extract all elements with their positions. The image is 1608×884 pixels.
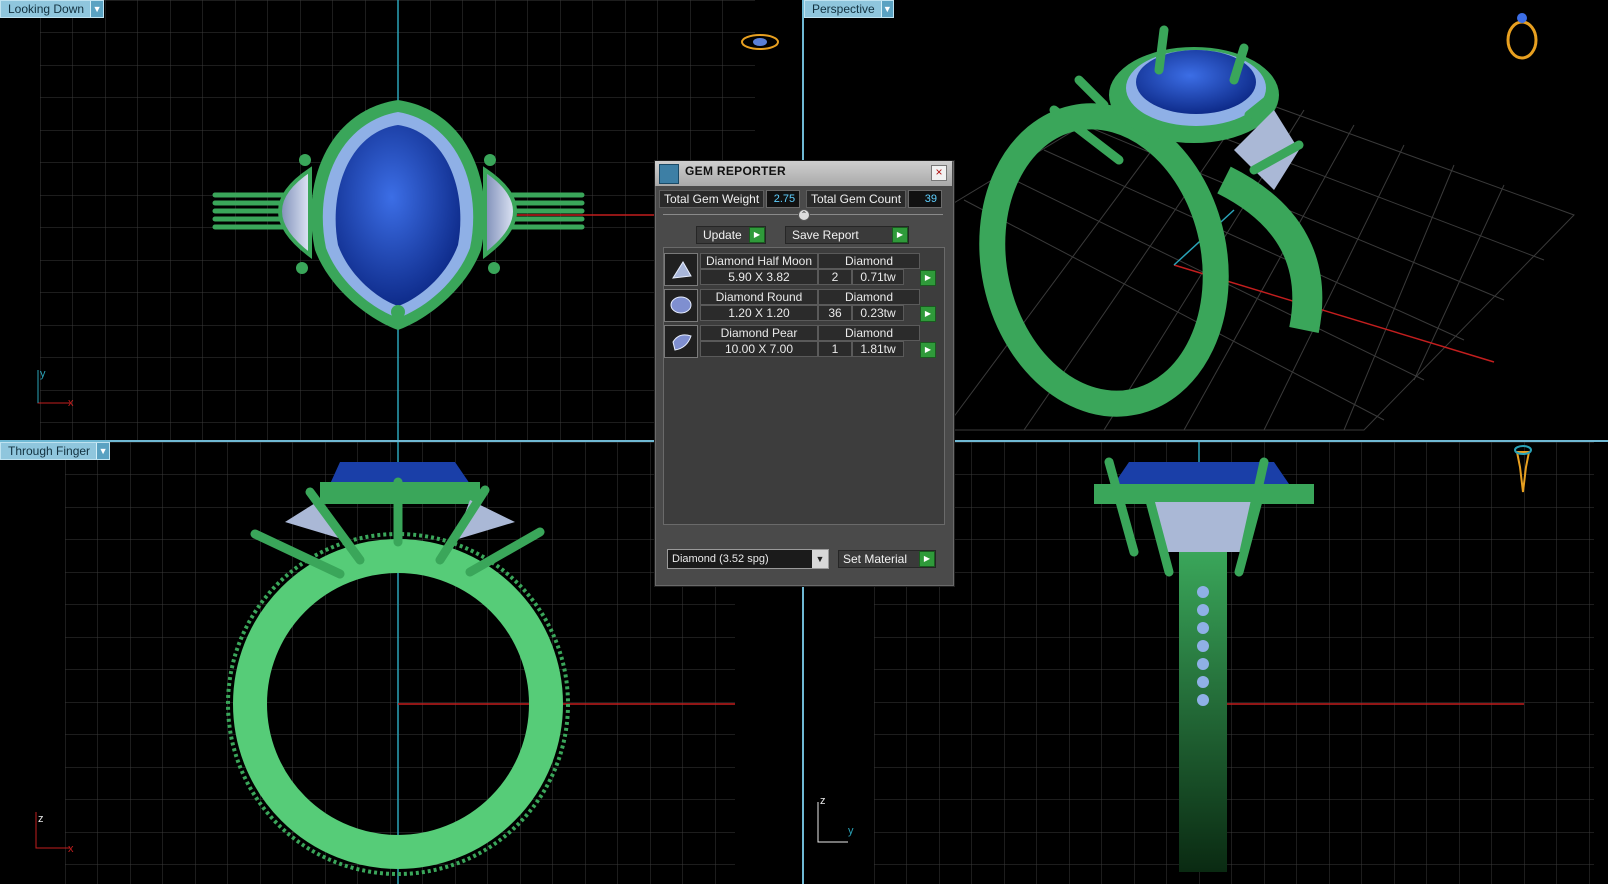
gem-reporter-titlebar[interactable]: GEM REPORTER × xyxy=(655,161,952,186)
total-gem-count-row: Total Gem Count 39 xyxy=(806,190,943,208)
gem-weight: 0.23tw xyxy=(852,305,904,321)
total-gem-count-label: Total Gem Count xyxy=(806,190,907,208)
set-material-button-label: Set Material xyxy=(843,552,908,566)
axis-label-y: y xyxy=(848,825,854,837)
gem-count: 36 xyxy=(818,305,852,321)
gem-row[interactable]: Diamond Pear Diamond 10.00 X 7.00 1 1.81… xyxy=(664,325,936,359)
play-arrow-icon[interactable]: ▶ xyxy=(919,551,935,567)
gem-reporter-icon xyxy=(659,164,679,184)
play-arrow-icon[interactable]: ▶ xyxy=(892,227,908,243)
axis-label-x: x xyxy=(68,843,74,855)
chevron-down-icon[interactable]: ▼ xyxy=(90,1,103,17)
gem-material: Diamond xyxy=(818,253,920,269)
gem-weight: 0.71tw xyxy=(852,269,904,285)
play-arrow-icon[interactable]: ▶ xyxy=(749,227,765,243)
chevron-down-icon[interactable]: ▼ xyxy=(880,1,893,17)
play-arrow-icon[interactable]: ▶ xyxy=(920,270,936,286)
gem-reporter-title: GEM REPORTER xyxy=(685,164,786,178)
viewport-label-perspective[interactable]: Perspective ▼ xyxy=(804,0,894,18)
collapse-toggle-icon[interactable]: ⌃ xyxy=(798,209,810,221)
total-gem-count-value: 39 xyxy=(908,190,943,208)
gem-reporter-panel: GEM REPORTER × Total Gem Weight 2.75 Tot… xyxy=(654,160,955,587)
total-gem-weight-value: 2.75 xyxy=(766,190,801,208)
gem-count: 2 xyxy=(818,269,852,285)
axis-label-y: y xyxy=(40,368,46,380)
viewport-label-text: Perspective xyxy=(812,2,875,16)
save-report-button[interactable]: Save Report ▶ xyxy=(785,226,909,244)
total-gem-weight-label: Total Gem Weight xyxy=(659,190,765,208)
gem-row[interactable]: Diamond Round Diamond 1.20 X 1.20 36 0.2… xyxy=(664,289,936,323)
play-arrow-icon[interactable]: ▶ xyxy=(920,342,936,358)
save-report-button-label: Save Report xyxy=(792,228,859,242)
viewport-label-looking-down[interactable]: Looking Down ▼ xyxy=(0,0,104,18)
gem-size: 10.00 X 7.00 xyxy=(700,341,818,357)
gem-count: 1 xyxy=(818,341,852,357)
update-button[interactable]: Update ▶ xyxy=(696,226,766,244)
gem-material: Diamond xyxy=(818,325,920,341)
gem-name: Diamond Pear xyxy=(700,325,818,341)
viewport-label-text: Through Finger xyxy=(8,444,91,458)
close-icon[interactable]: × xyxy=(931,165,947,181)
material-select-value: Diamond (3.52 spg) xyxy=(672,553,769,565)
chevron-down-icon[interactable]: ▼ xyxy=(96,443,109,459)
play-arrow-icon[interactable]: ▶ xyxy=(920,306,936,322)
gem-material: Diamond xyxy=(818,289,920,305)
half-moon-gem-icon xyxy=(664,253,698,286)
viewport-label-through-finger[interactable]: Through Finger ▼ xyxy=(0,442,110,460)
gem-name: Diamond Half Moon xyxy=(700,253,818,269)
gem-name: Diamond Round xyxy=(700,289,818,305)
gem-size: 1.20 X 1.20 xyxy=(700,305,818,321)
pear-gem-icon xyxy=(664,325,698,358)
chevron-down-icon[interactable]: ▼ xyxy=(812,550,828,568)
total-gem-weight-row: Total Gem Weight 2.75 xyxy=(659,190,801,208)
gem-size: 5.90 X 3.82 xyxy=(700,269,818,285)
material-select[interactable]: Diamond (3.52 spg) ▼ xyxy=(667,549,829,569)
axis-label-z: z xyxy=(38,813,44,825)
gem-row[interactable]: Diamond Half Moon Diamond 5.90 X 3.82 2 … xyxy=(664,253,936,287)
update-button-label: Update xyxy=(703,228,742,242)
axis-label-x: x xyxy=(68,397,74,409)
viewport-label-text: Looking Down xyxy=(8,2,85,16)
gem-list[interactable]: Diamond Half Moon Diamond 5.90 X 3.82 2 … xyxy=(663,247,945,525)
set-material-button[interactable]: Set Material ▶ xyxy=(838,550,936,568)
axis-label-z: z xyxy=(820,795,826,807)
gem-weight: 1.81tw xyxy=(852,341,904,357)
round-gem-icon xyxy=(664,289,698,322)
